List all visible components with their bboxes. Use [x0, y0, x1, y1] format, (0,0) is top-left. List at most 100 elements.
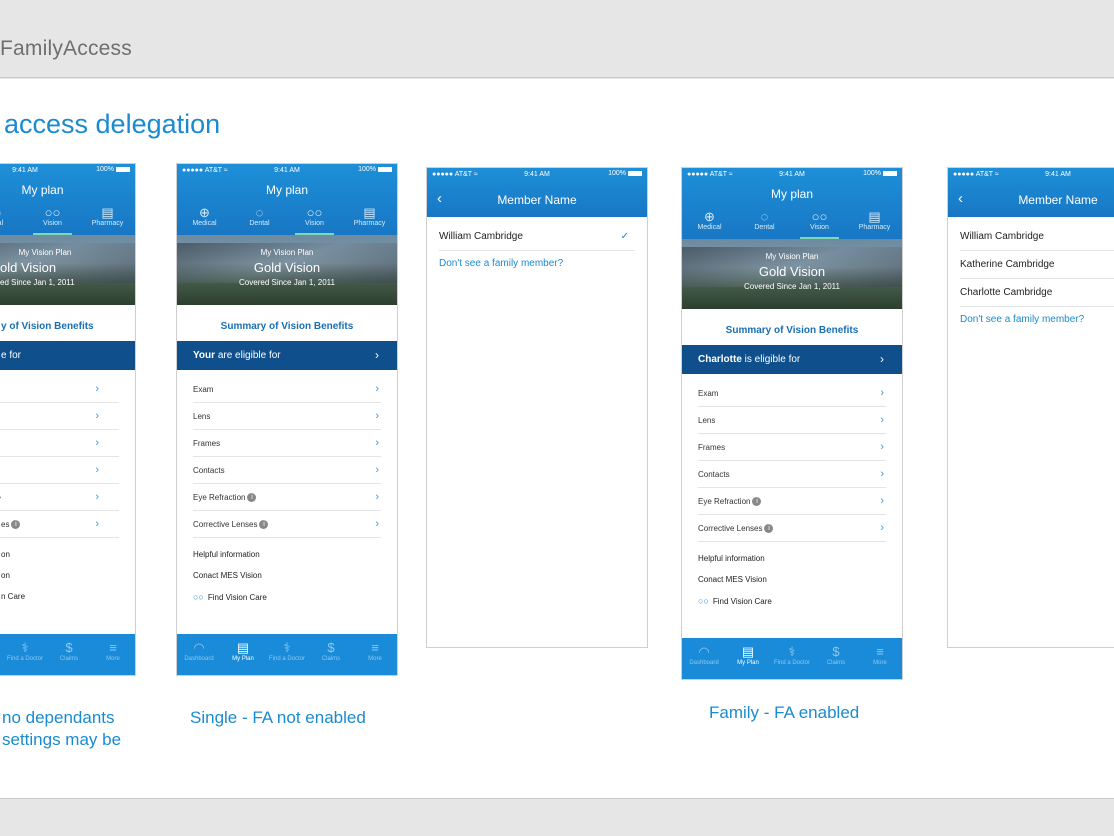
member-row[interactable]: Katherine Cambridge: [960, 251, 1114, 279]
tab-medical[interactable]: ⊕ Medical: [177, 203, 232, 235]
benefit-row-frames[interactable]: ›: [0, 430, 119, 457]
pharmacy-icon: ▤: [868, 209, 881, 224]
glasses-icon: ○○: [811, 209, 828, 224]
chevron-right-icon: ›: [880, 522, 884, 534]
contact-vision-link[interactable]: Conact MES Vision: [193, 571, 381, 592]
caption-no-dependants: no dependants settings may be: [2, 708, 122, 749]
tabbar-my-plan[interactable]: ▤ My Plan: [221, 634, 265, 675]
eligible-banner[interactable]: Charlotte is eligible for ›: [682, 345, 902, 374]
tab-dental[interactable]: ◌ntal: [0, 203, 25, 235]
benefit-row-lens[interactable]: ›: [0, 403, 119, 430]
plan-icon: ▤: [236, 640, 250, 655]
tab-pharmacy[interactable]: ▤ Pharmacy: [342, 203, 397, 235]
member-row[interactable]: William Cambridge ✓: [439, 223, 635, 251]
benefit-row-frames[interactable]: Frames ›: [193, 430, 381, 457]
tabbar-more[interactable]: ≡ More: [858, 638, 902, 679]
tabbar-dashboard[interactable]: ◠ Dashboard: [177, 634, 221, 675]
benefit-row-exam[interactable]: Exam ›: [193, 376, 381, 403]
chevron-right-icon: ›: [95, 518, 99, 530]
dollar-icon: $: [327, 640, 335, 655]
dashboard-icon: ◠: [193, 640, 205, 655]
tab-vision[interactable]: ○○ Vision: [792, 207, 847, 239]
glasses-icon: ○○: [193, 592, 204, 602]
bottom-tab-bar: ◠ Dashboard ▤ My Plan ⚕ Find a Doctor $ Clai…: [177, 634, 397, 675]
medical-icon: ⊕: [704, 209, 715, 224]
dashboard-icon: ◠: [698, 644, 710, 659]
tabbar-more[interactable]: ≡ More: [353, 634, 397, 675]
chevron-right-icon: ›: [880, 495, 884, 507]
benefit-row-corrective-lenses[interactable]: Corrective Lenses i ›: [698, 515, 886, 542]
tabbar-find-doctor[interactable]: ⚕ Find a Doctor: [770, 638, 814, 679]
benefit-row-frames[interactable]: Frames ›: [698, 434, 886, 461]
tabbar-my-plan[interactable]: ▤ My Plan: [726, 638, 770, 679]
info-icon: i: [764, 524, 774, 534]
pharmacy-icon: ▤: [363, 205, 376, 220]
benefit-row-eye-refraction[interactable]: Eye Refraction i ›: [193, 484, 381, 511]
tab-vision[interactable]: ○○ Vision: [25, 203, 80, 235]
screen-title: My plan: [21, 183, 64, 197]
artboard: access delegation 9:41 AM100% My plan ⊕M…: [0, 79, 1114, 799]
helpful-info-link[interactable]: Helpful information: [698, 554, 886, 575]
member-row[interactable]: Charlotte Cambridge: [960, 279, 1114, 307]
phone-screen-member-picker-single: ●●●●● AT&T ≈9:41 AM 100% ‹ Member Name Wi…: [426, 167, 648, 648]
benefit-row-contacts[interactable]: Contacts ›: [193, 457, 381, 484]
info-icon: i: [259, 520, 269, 530]
benefit-row-contacts[interactable]: Contacts ›: [698, 461, 886, 488]
find-vision-care-link[interactable]: ○○ Find Vision Care: [698, 596, 886, 617]
top-bar: FamilyAccess: [0, 0, 1114, 78]
eligible-banner[interactable]: Your are eligible for ›: [177, 341, 397, 370]
glasses-icon: ○○: [44, 205, 61, 220]
chevron-right-icon: ›: [880, 414, 884, 426]
screen-title: My plan: [770, 187, 814, 201]
tabbar-find-doctor[interactable]: ⚕ Find a Doctor: [265, 634, 309, 675]
chevron-right-icon: ›: [95, 464, 99, 476]
benefit-row-lens[interactable]: Lens ›: [193, 403, 381, 430]
caption-family: Family - FA enabled: [709, 703, 860, 722]
tab-pharmacy[interactable]: ▤ Pharmacy: [847, 207, 902, 239]
chevron-right-icon: ›: [880, 352, 884, 366]
tab-dental[interactable]: ◌ Dental: [737, 207, 792, 239]
info-icon: i: [247, 493, 257, 503]
benefit-row-eye-refraction[interactable]: Eye Refraction i ›: [698, 488, 886, 515]
eligible-banner[interactable]: e for: [0, 341, 135, 370]
chevron-right-icon: ›: [95, 410, 99, 422]
benefit-row-contacts[interactable]: ›: [0, 457, 119, 484]
summary-heading: Summary of Vision Benefits: [220, 321, 354, 332]
chevron-right-icon: ›: [375, 348, 379, 362]
chevron-right-icon: ›: [95, 437, 99, 449]
missing-member-link[interactable]: Don't see a family member?: [439, 251, 635, 277]
glasses-icon: ○○: [306, 205, 323, 220]
benefit-row-exam[interactable]: Exam ›: [698, 380, 886, 407]
tabbar-claims[interactable]: $ Claims: [814, 638, 858, 679]
phone-screen-member-picker-family: ●●●●● AT&T ≈9:41 AM ‹ Member Name Willia…: [947, 167, 1114, 648]
tab-pharmacy[interactable]: ▤ Pharmacy: [80, 203, 135, 235]
benefit-row-corrective-lenses[interactable]: es i ›: [0, 511, 119, 538]
benefit-row-eye-refraction[interactable]: i ›: [0, 484, 119, 511]
contact-vision-link[interactable]: Conact MES Vision: [698, 575, 886, 596]
tab-vision[interactable]: ○○ Vision: [287, 203, 342, 235]
helpful-info-link[interactable]: Helpful information: [193, 550, 381, 571]
chevron-right-icon: ›: [880, 468, 884, 480]
find-vision-care-link[interactable]: ○○ Find Vision Care: [193, 592, 381, 613]
summary-heading: Summary of Vision Benefits: [725, 325, 859, 336]
bottom-tab-bar: ◠ ▤ ⚕Find a Doctor $Claims ≡More: [0, 634, 135, 675]
missing-member-link[interactable]: Don't see a family member?: [960, 307, 1114, 333]
medical-icon: ⊕: [199, 205, 210, 220]
benefit-row-lens[interactable]: Lens ›: [698, 407, 886, 434]
tab-dental[interactable]: ◌ Dental: [232, 203, 287, 235]
tab-medical[interactable]: ⊕ Medical: [682, 207, 737, 239]
tabbar-dashboard[interactable]: ◠ Dashboard: [682, 638, 726, 679]
stethoscope-icon: ⚕: [283, 640, 291, 655]
info-icon: i: [752, 497, 762, 507]
member-row[interactable]: William Cambridge: [960, 223, 1114, 251]
info-icon: i: [0, 493, 3, 503]
menu-icon: ≡: [876, 644, 884, 659]
benefit-row-corrective-lenses[interactable]: Corrective Lenses i ›: [193, 511, 381, 538]
chevron-right-icon: ›: [375, 410, 379, 422]
phone-screen-no-dependants: 9:41 AM100% My plan ⊕Medical ◌ntal ○○Vis…: [0, 163, 136, 676]
glasses-icon: ○○: [698, 596, 709, 606]
chevron-right-icon: ›: [880, 441, 884, 453]
tabbar-claims[interactable]: $ Claims: [309, 634, 353, 675]
benefit-row-exam[interactable]: ›: [0, 376, 119, 403]
chevron-right-icon: ›: [375, 383, 379, 395]
